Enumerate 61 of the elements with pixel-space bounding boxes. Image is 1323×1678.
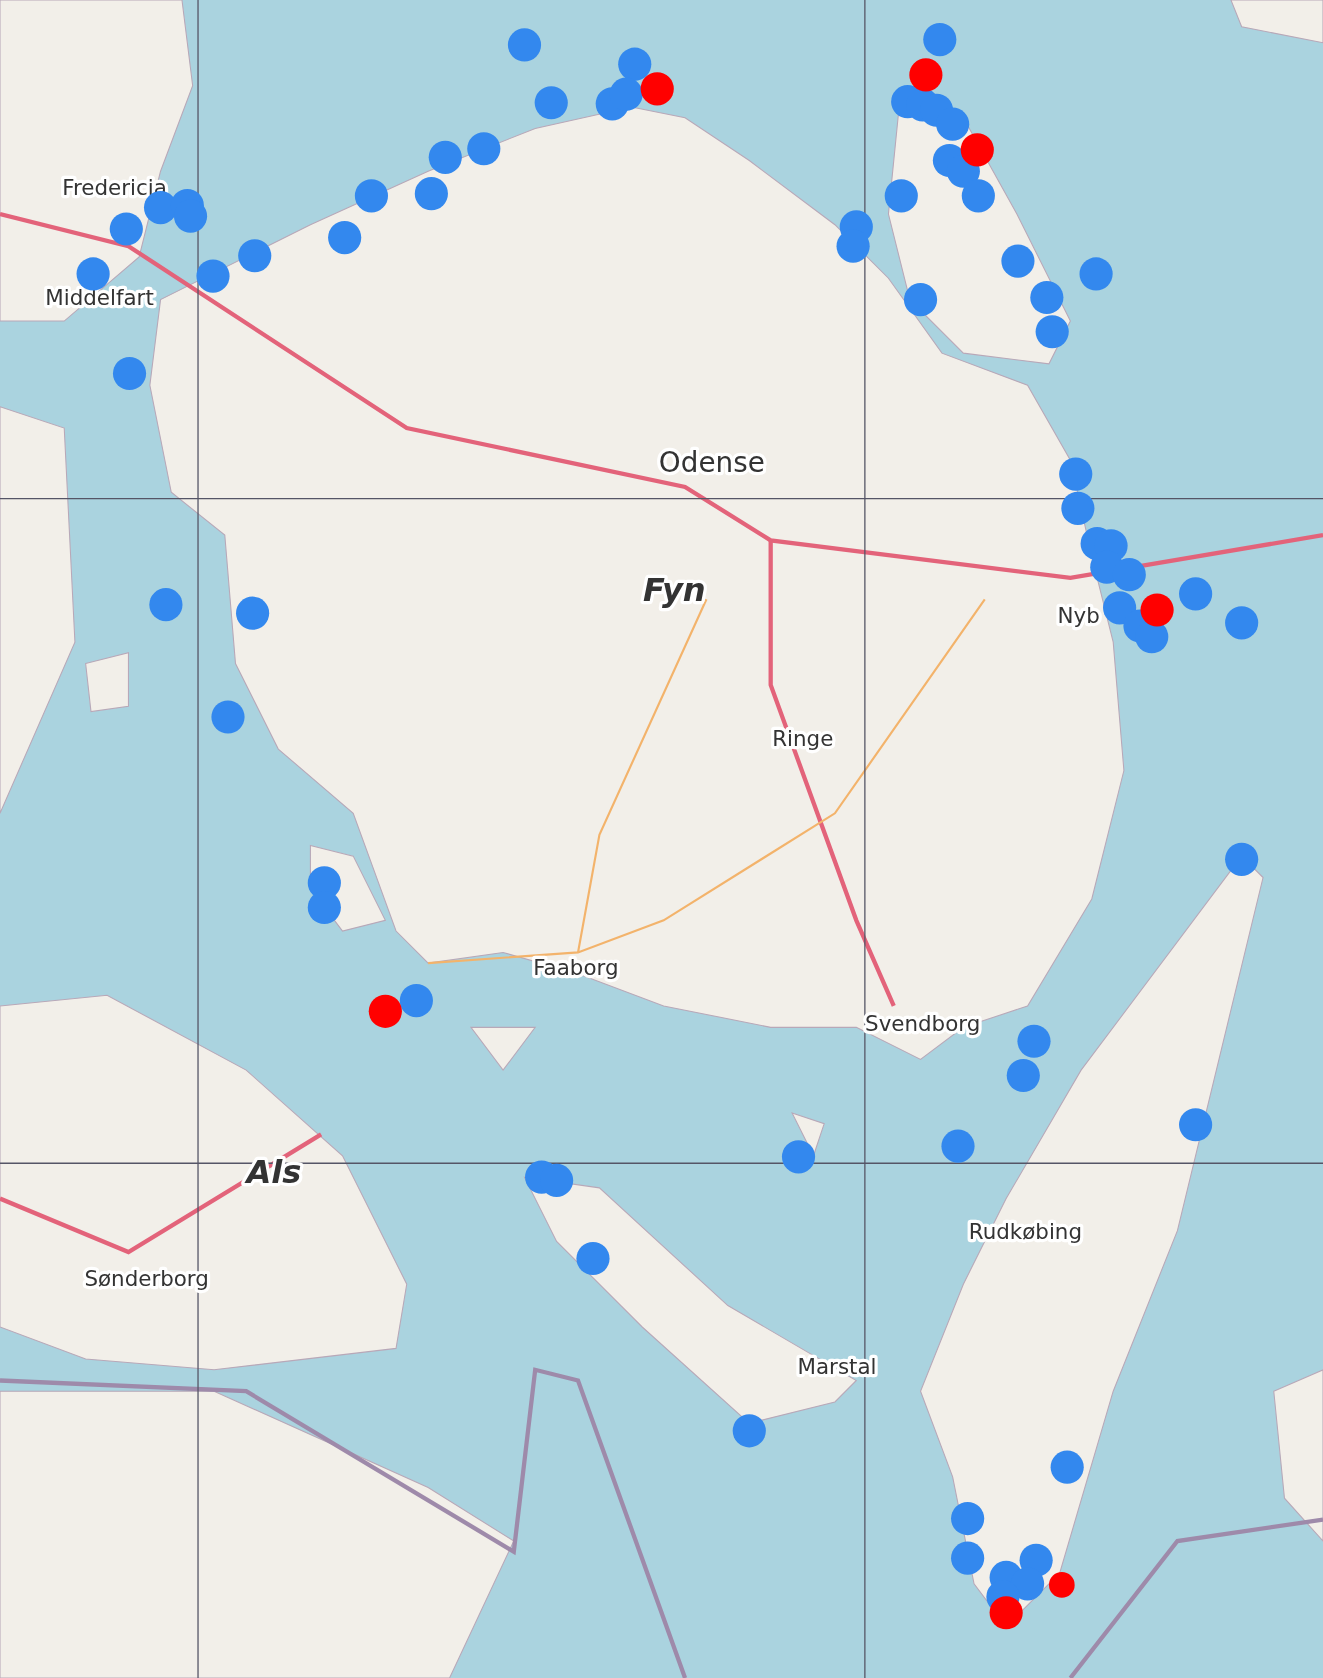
map-marker[interactable] (196, 259, 230, 293)
map-marker[interactable] (732, 1414, 766, 1448)
map-marker[interactable] (149, 588, 183, 622)
land-area (85, 652, 129, 713)
map-marker[interactable] (1103, 591, 1137, 625)
map-marker[interactable] (414, 177, 448, 211)
map-marker[interactable] (923, 23, 957, 57)
map-marker[interactable] (951, 1501, 985, 1536)
map-marker[interactable] (989, 1596, 1023, 1630)
map-label: Nyb (1057, 602, 1100, 628)
map-marker[interactable] (1225, 606, 1259, 640)
map-marker[interactable] (951, 1541, 985, 1575)
map-label: Fyn (642, 571, 706, 610)
map-marker[interactable] (534, 86, 568, 120)
map-marker[interactable] (1225, 842, 1259, 876)
map-marker[interactable] (618, 47, 652, 81)
map-marker[interactable] (1179, 1108, 1213, 1142)
map-marker[interactable] (903, 283, 938, 317)
map-marker[interactable] (467, 132, 501, 166)
map-marker[interactable] (1061, 491, 1095, 525)
map-marker[interactable] (781, 1140, 816, 1174)
map-marker[interactable] (1001, 244, 1035, 278)
map-marker[interactable] (1112, 558, 1146, 592)
map-marker[interactable] (936, 107, 970, 141)
map-label: Svendborg (865, 1010, 981, 1036)
map-marker[interactable] (1079, 257, 1113, 291)
map-marker[interactable] (1030, 280, 1064, 315)
map-marker[interactable] (640, 72, 674, 106)
map-marker[interactable] (961, 179, 995, 213)
map-marker[interactable] (328, 221, 362, 255)
map-marker[interactable] (211, 700, 245, 734)
map-marker[interactable] (1049, 1572, 1075, 1598)
map-marker[interactable] (1059, 457, 1093, 491)
map-marker[interactable] (1017, 1024, 1051, 1058)
map-marker[interactable] (399, 984, 433, 1018)
map-marker[interactable] (428, 140, 462, 174)
map-marker[interactable] (76, 257, 110, 291)
map-marker[interactable] (960, 133, 994, 167)
map-marker[interactable] (1179, 577, 1213, 611)
map-marker[interactable] (507, 28, 542, 62)
map-marker[interactable] (112, 356, 147, 391)
map-marker[interactable] (236, 596, 270, 630)
map-label: Middelfart (45, 285, 154, 310)
map-marker[interactable] (238, 239, 272, 273)
map-marker[interactable] (576, 1241, 610, 1276)
map-marker[interactable] (1035, 315, 1069, 349)
map-label: Sønderborg (84, 1266, 209, 1292)
map-marker[interactable] (368, 994, 402, 1028)
map-marker[interactable] (1140, 593, 1174, 627)
map-marker[interactable] (354, 179, 388, 213)
map-marker[interactable] (941, 1129, 975, 1163)
map-marker[interactable] (884, 179, 918, 213)
map-marker[interactable] (109, 212, 143, 246)
map-label: Odense (658, 445, 765, 479)
map-marker[interactable] (1006, 1058, 1040, 1093)
map-marker[interactable] (609, 77, 643, 111)
map-label: Fredericia (62, 174, 167, 200)
map-label: Faaborg (533, 954, 619, 980)
map-label: Rudkøbing (968, 1219, 1082, 1245)
map-marker[interactable] (909, 58, 943, 92)
map-marker[interactable] (1050, 1450, 1084, 1484)
